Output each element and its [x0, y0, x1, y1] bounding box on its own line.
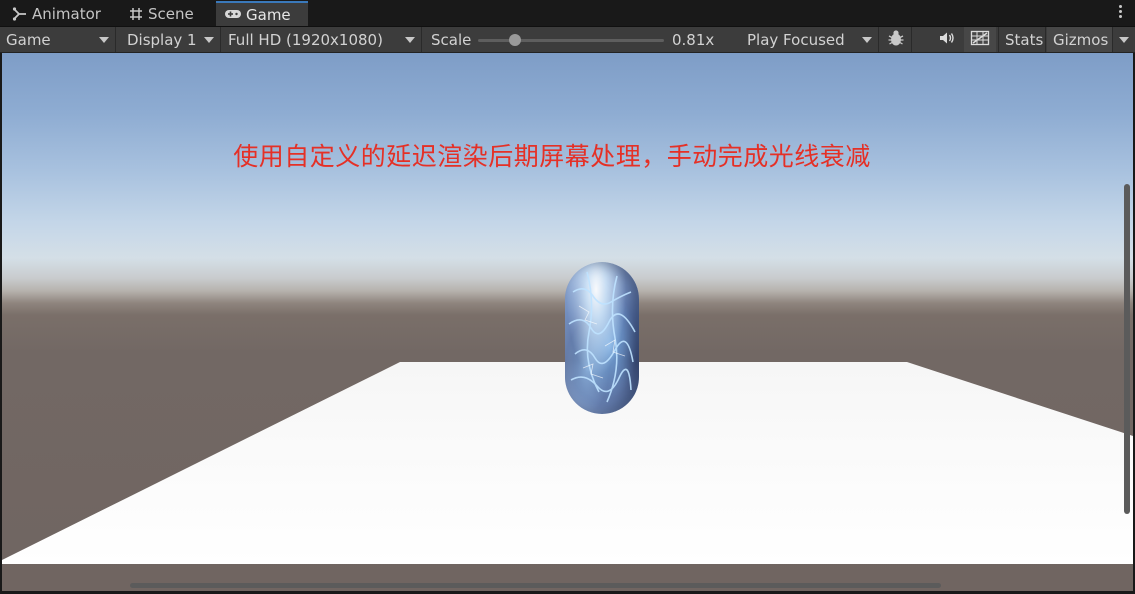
tab-label: Scene	[148, 5, 194, 23]
tab-game[interactable]: Game	[216, 1, 308, 26]
view-mode-dropdown[interactable]: Game	[0, 27, 116, 52]
scale-label: Scale	[431, 30, 472, 49]
display-dropdown[interactable]: Display 1	[121, 27, 221, 52]
more-options-icon[interactable]	[1119, 5, 1123, 21]
play-mode-dropdown[interactable]: Play Focused	[741, 27, 879, 52]
vertical-scrollbar[interactable]	[1124, 184, 1130, 514]
bug-icon	[887, 29, 905, 51]
play-mode-value: Play Focused	[747, 30, 845, 49]
horizontal-scrollbar[interactable]	[130, 583, 941, 588]
animator-icon	[12, 6, 28, 22]
gamepad-icon	[224, 7, 242, 23]
scale-slider-track[interactable]	[478, 39, 664, 42]
stats-button[interactable]: Stats	[998, 27, 1046, 52]
mute-audio-button[interactable]	[932, 27, 962, 52]
speaker-icon	[938, 30, 956, 50]
gizmos-dropdown[interactable]	[1114, 27, 1135, 52]
shortcuts-toggle-button[interactable]	[964, 27, 996, 52]
gizmos-button[interactable]: Gizmos	[1047, 27, 1113, 52]
debug-bug-button[interactable]	[880, 27, 912, 52]
resolution-value: Full HD (1920x1080)	[228, 30, 383, 49]
tab-strip: Animator Scene Game	[0, 0, 1135, 27]
display-value: Display 1	[127, 30, 197, 49]
view-mode-value: Game	[6, 30, 51, 49]
electric-capsule-object	[565, 262, 639, 414]
resolution-dropdown[interactable]: Full HD (1920x1080)	[222, 27, 422, 52]
tab-label: Animator	[32, 5, 101, 23]
game-viewport[interactable]: 使用自定义的延迟渲染后期屏幕处理，手动完成光线衰减	[2, 53, 1133, 591]
overlay-caption: 使用自定义的延迟渲染后期屏幕处理，手动完成光线衰减	[233, 142, 871, 171]
tab-label: Game	[246, 5, 291, 24]
tab-animator[interactable]: Animator	[12, 2, 101, 26]
tab-scene[interactable]: Scene	[128, 2, 194, 26]
scene-grid-icon	[128, 6, 144, 22]
scale-value: 0.81x	[672, 30, 715, 49]
keyboard-grid-icon	[970, 30, 990, 50]
